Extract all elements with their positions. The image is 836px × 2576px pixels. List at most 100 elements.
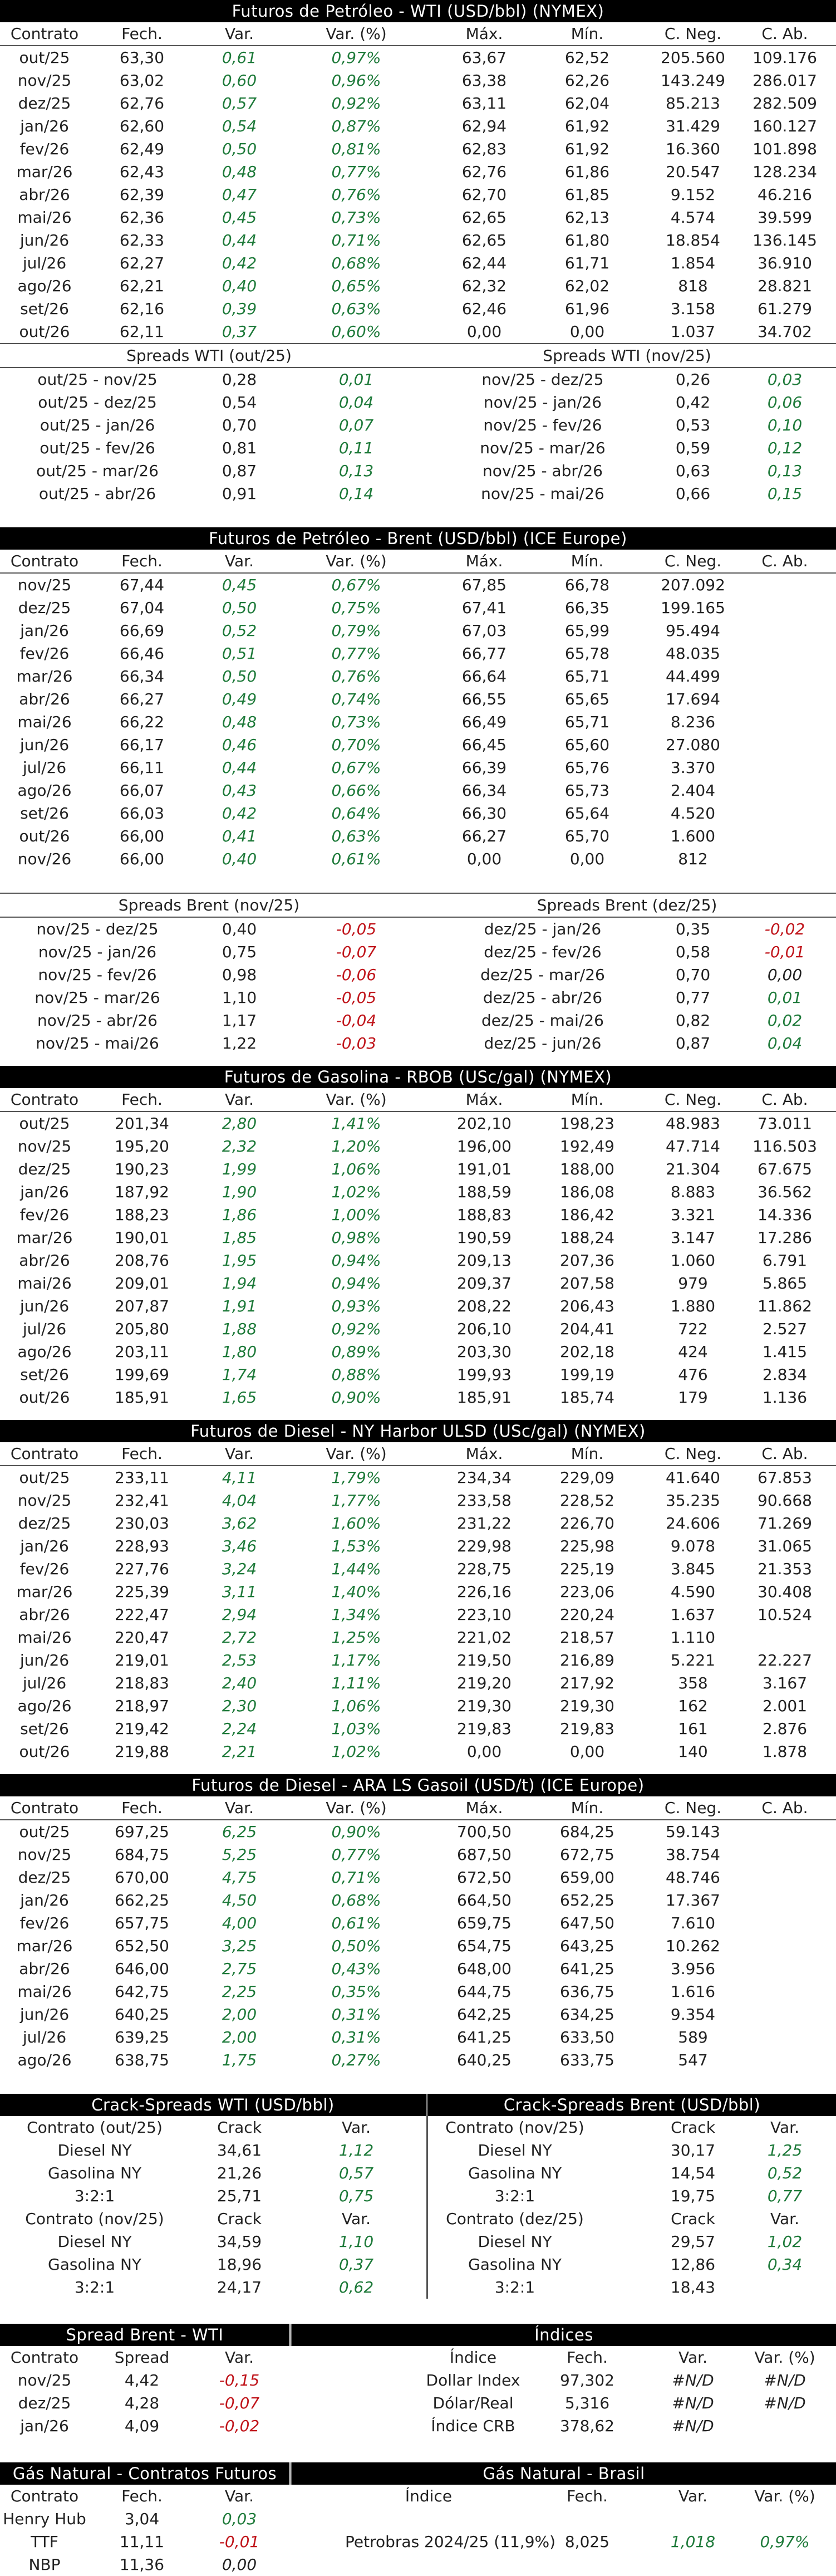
table-cell: C. Ab. [761, 1090, 808, 1109]
table-cell: 7.610 [670, 1914, 716, 1932]
table-cell: Var. [225, 2487, 254, 2505]
table-row: mai/26 62,36 0,45 0,73% 62,65 62,13 4.574 39.59… [0, 206, 836, 229]
table-cell: 2.404 [670, 781, 716, 800]
table-cell: 0,01 [338, 370, 374, 389]
table-cell: dez/25 - jan/26 [484, 920, 602, 938]
table-cell: 812 [678, 850, 708, 868]
table-cell: 6.791 [762, 1251, 808, 1270]
table-header: Contrato Fech. Var. Var. (%) Máx. Mín. C. Neg.… [0, 1088, 836, 1112]
rbob-title: Futuros de Gasolina - RBOB (USc/gal) (NY… [0, 1066, 836, 1088]
table-row: out/26 62,11 0,37 0,60% 0,00 0,00 1.037 34.702 [0, 320, 836, 343]
table-cell: Petrobras 2024/25 (11,9%) [345, 2533, 556, 2551]
table-cell: 14.336 [758, 1206, 812, 1224]
crack-wti-title: Crack-Spreads WTI (USD/bbl) [0, 2094, 426, 2116]
report-page: Futuros de Petróleo - WTI (USD/bbl) (NYM… [0, 0, 836, 2576]
table-row: out/26 219,88 2,21 1,02% 0,00 0,00 140 1.878 [0, 1740, 836, 1763]
crack-row: 3:2:1 19,75 0,77 [0, 2185, 836, 2207]
table-row: fev/26 66,46 0,51 0,77% 66,77 65,78 48.035 [0, 642, 836, 665]
table-cell: 1.616 [670, 1982, 716, 2001]
table-cell: -0,07 [336, 943, 377, 961]
table-cell: Contrato (nov/25) [445, 2118, 584, 2137]
table-row: jun/26 207,87 1,91 0,93% 208,22 206,43 1.880 11… [0, 1295, 836, 1318]
brent-spreads: Spreads Brent (nov/25) Spreads Brent (dez… [0, 893, 836, 1055]
table-cell: 0,12 [767, 439, 803, 457]
table-cell: 128.234 [753, 163, 817, 181]
table-row: ago/26 218,97 2,30 1,06% 219,30 219,30 162 2.00… [0, 1695, 836, 1717]
wti-spreads: Spreads WTI (out/25) Spreads WTI (nov/25)… [0, 343, 836, 505]
table-row: mai/26 220,47 2,72 1,25% 221,02 218,57 1.110 [0, 1626, 836, 1649]
table-cell: 9.354 [670, 2005, 716, 2024]
table-row: set/26 66,03 0,42 0,64% 66,30 65,64 4.520 [0, 802, 836, 825]
table-row: ago/26 638,75 1,75 0,27% 640,25 633,75 547 [0, 2049, 836, 2071]
table-row: mar/26 62,43 0,48 0,77% 62,76 61,86 20.547 128.… [0, 160, 836, 183]
spreads-right-title: Spreads Brent (dez/25) [537, 896, 717, 914]
gas_brasil-title: Gás Natural - Brasil [292, 2462, 836, 2485]
table-cell: 0,15 [767, 484, 803, 503]
table-row: mai/26 642,75 2,25 0,35% 644,75 636,75 1.616 [0, 1980, 836, 2003]
wti-section: Futuros de Petróleo - WTI (USD/bbl) (NYM… [0, 0, 836, 343]
table-row: nov/25 684,75 5,25 0,77% 687,50 672,75 38.754 [0, 1843, 836, 1866]
table-row: mar/26 652,50 3,25 0,50% 654,75 643,25 10.262 [0, 1935, 836, 1957]
table-row: jan/26 187,92 1,90 1,02% 188,59 186,08 8.883 36… [0, 1181, 836, 1203]
table-cell: 0,34 [767, 2255, 803, 2274]
table-row: jun/26 62,33 0,44 0,71% 62,65 61,80 18.854 136.… [0, 229, 836, 252]
table-cell: nov/25 - dez/25 [481, 370, 604, 389]
table-cell: 286.017 [753, 71, 817, 90]
spreads-right-title: Spreads WTI (nov/25) [543, 346, 711, 365]
table-cell: 0,04 [767, 1034, 803, 1052]
table-cell: -0,15 [219, 2371, 260, 2389]
table-row: dez/25 670,00 4,75 0,71% 672,50 659,00 48.746 [0, 1866, 836, 1889]
table-row: jun/26 640,25 2,00 0,31% 642,25 634,25 9.354 [0, 2003, 836, 2026]
table-cell: Diesel NY [478, 2232, 552, 2251]
table-row: NBP 11,36 0,00 [0, 2553, 836, 2576]
ulsd-title: Futuros de Diesel - NY Harbor ULSD (USc/… [0, 1420, 836, 1442]
table-row: dez/25 230,03 3,62 1,60% 231,22 226,70 24.606 7… [0, 1512, 836, 1535]
table-cell: dez/25 - mai/26 [481, 1011, 604, 1030]
table-cell: 0,07 [338, 416, 374, 434]
table-cell: 0,03 [767, 370, 803, 389]
table-cell: 3:2:1 [494, 2187, 535, 2205]
table-cell: 1,02 [767, 2232, 803, 2251]
table-row: jul/26 66,11 0,44 0,67% 66,39 65,76 3.370 [0, 756, 836, 779]
table-cell: Var. (%) [754, 2487, 815, 2505]
spread-row: out/25 - abr/26 0,91 0,14 nov/25 - mai/26 0,… [0, 482, 836, 505]
table-cell: 39.599 [758, 208, 812, 227]
table-row: out/26 66,00 0,41 0,63% 66,27 65,70 1.600 [0, 825, 836, 848]
table-row: jan/26 66,69 0,52 0,79% 67,03 65,99 95.494 [0, 619, 836, 642]
table-cell: 90.668 [758, 1491, 812, 1510]
table-header: Contrato Spread Var. Índice Fech. Var. Var. (%… [0, 2346, 836, 2369]
gasoil-section: Futuros de Diesel - ARA LS Gasoil (USD/t… [0, 1774, 836, 2071]
table-cell: 0,11 [338, 439, 374, 457]
spread-row: nov/25 - fev/26 0,98 -0,06 dez/25 - mar/26 0… [0, 963, 836, 986]
table-cell: nov/25 - jan/26 [483, 393, 602, 412]
spread_brent_wti-title: Spread Brent - WTI [0, 2324, 289, 2346]
table-row: jul/26 62,27 0,42 0,68% 62,44 61,71 1.854 36.91… [0, 252, 836, 275]
table-cell: 0,14 [338, 484, 374, 503]
table-row: abr/26 66,27 0,49 0,74% 66,55 65,65 17.694 [0, 688, 836, 711]
table-cell: 27.080 [666, 736, 720, 754]
table-cell: 17.367 [666, 1891, 720, 1909]
table-cell: -0,02 [764, 920, 805, 938]
table-header: Contrato Fech. Var. Var. (%) Máx. Mín. C. Neg.… [0, 1796, 836, 1820]
table-cell: 95.494 [666, 621, 720, 640]
table-cell: 31.065 [758, 1537, 812, 1555]
table-cell: nov/25 - abr/26 [483, 462, 603, 480]
table-header: Contrato Fech. Var. Var. (%) Máx. Mín. C. Neg.… [0, 22, 836, 46]
table-row: set/26 199,69 1,74 0,88% 199,93 199,19 476 2.83… [0, 1363, 836, 1386]
table-cell: 1,25 [767, 2141, 803, 2159]
table-cell: C. Ab. [761, 25, 808, 43]
table-row: jun/26 219,01 2,53 1,17% 219,50 216,89 5.221 22… [0, 1649, 836, 1672]
table-row: fev/26 657,75 4,00 0,61% 659,75 647,50 7.610 [0, 1912, 836, 1935]
table-cell: nov/25 - fev/26 [483, 416, 602, 434]
table-cell: 1.878 [762, 1742, 808, 1761]
table-cell: 48.035 [666, 644, 720, 663]
table-cell: 0,03 [222, 2510, 257, 2528]
table-row: dez/25 4,28 -0,07 Dólar/Real 5,316 #N/D #N/D [0, 2392, 836, 2415]
table-cell: Contrato (dez/25) [446, 2210, 584, 2228]
table-cell: 34.702 [758, 322, 812, 341]
table-row: out/25 201,34 2,80 1,41% 202,10 198,23 48.983 7… [0, 1112, 836, 1135]
crack-row: Diesel NY 29,57 1,02 [0, 2230, 836, 2253]
crack-row: Gasolina NY 14,54 0,52 [0, 2162, 836, 2185]
table-row: mai/26 209,01 1,94 0,94% 209,37 207,58 979 5.86… [0, 1272, 836, 1295]
